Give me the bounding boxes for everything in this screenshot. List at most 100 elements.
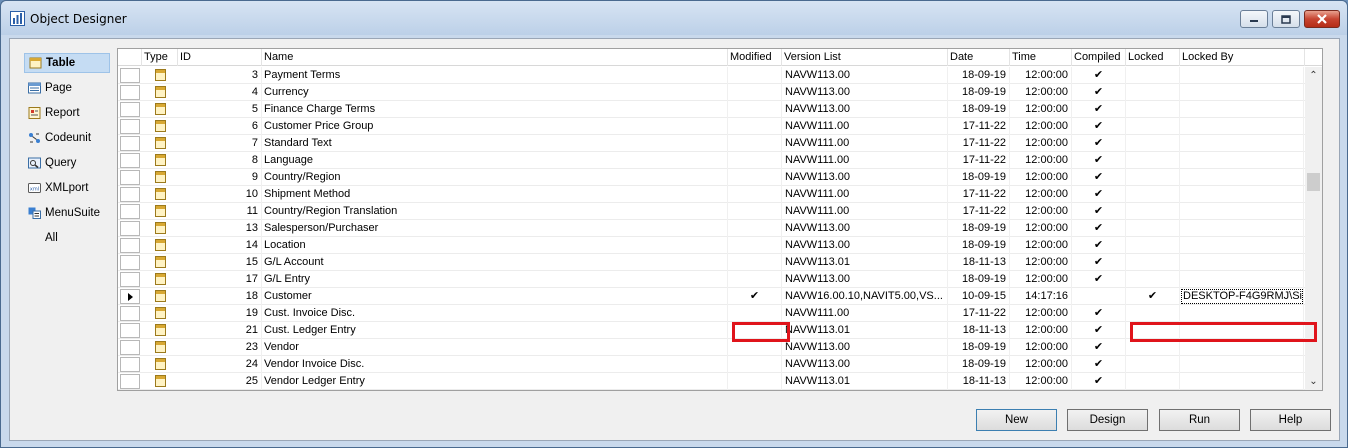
row-selector[interactable]: [120, 306, 140, 321]
cell-id[interactable]: 19: [178, 305, 262, 322]
cell-name[interactable]: Country/Region: [262, 169, 728, 186]
cell-id[interactable]: 9: [178, 169, 262, 186]
cell-modified-checkmark[interactable]: [728, 373, 782, 390]
close-button[interactable]: [1304, 10, 1340, 28]
cell-version-list[interactable]: NAVW111.00: [782, 203, 948, 220]
cell-version-list[interactable]: NAVW113.01: [782, 322, 948, 339]
cell-name[interactable]: Customer Price Group: [262, 118, 728, 135]
cell-time[interactable]: 12:00:00: [1010, 305, 1072, 322]
cell-name[interactable]: Customer: [262, 288, 728, 305]
row-selector[interactable]: [120, 68, 140, 83]
cell-date[interactable]: 18-09-19: [948, 237, 1010, 254]
cell-time[interactable]: 12:00:00: [1010, 169, 1072, 186]
column-header-id[interactable]: ID: [178, 49, 262, 66]
table-row[interactable]: 9 Country/Region NAVW113.00 18-09-19 12:00:0…: [118, 169, 1322, 186]
cell-modified-checkmark[interactable]: [728, 84, 782, 101]
scroll-down-icon[interactable]: ⌄: [1305, 373, 1322, 390]
row-selector[interactable]: [120, 85, 140, 100]
cell-id[interactable]: 5: [178, 101, 262, 118]
cell-id[interactable]: 23: [178, 339, 262, 356]
cell-version-list[interactable]: NAVW113.00: [782, 169, 948, 186]
cell-locked-checkmark[interactable]: [1126, 101, 1180, 118]
cell-version-list[interactable]: NAVW113.00: [782, 339, 948, 356]
cell-version-list[interactable]: NAVW113.01: [782, 254, 948, 271]
cell-date[interactable]: 18-11-13: [948, 373, 1010, 390]
cell-time[interactable]: 12:00:00: [1010, 203, 1072, 220]
cell-modified-checkmark[interactable]: [728, 101, 782, 118]
table-row[interactable]: 15 G/L Account NAVW113.01 18-11-13 12:00:00 ✔: [118, 254, 1322, 271]
cell-locked-by[interactable]: [1180, 186, 1304, 203]
cell-modified-checkmark[interactable]: [728, 169, 782, 186]
cell-name[interactable]: Vendor Invoice Disc.: [262, 356, 728, 373]
nav-item-query[interactable]: Query: [24, 153, 110, 173]
help-button[interactable]: Help: [1250, 409, 1331, 431]
nav-item-table[interactable]: Table: [24, 53, 110, 73]
column-header-modified[interactable]: Modified: [728, 49, 782, 66]
cell-compiled-checkmark[interactable]: ✔: [1072, 203, 1126, 220]
cell-locked-by[interactable]: [1180, 203, 1304, 220]
cell-time[interactable]: 12:00:00: [1010, 356, 1072, 373]
cell-locked-by[interactable]: [1180, 135, 1304, 152]
table-row[interactable]: 7 Standard Text NAVW111.00 17-11-22 12:00:00…: [118, 135, 1322, 152]
row-selector[interactable]: [120, 153, 140, 168]
cell-date[interactable]: 18-09-19: [948, 356, 1010, 373]
cell-name[interactable]: G/L Entry: [262, 271, 728, 288]
cell-compiled-checkmark[interactable]: ✔: [1072, 305, 1126, 322]
cell-compiled-checkmark[interactable]: ✔: [1072, 84, 1126, 101]
table-row[interactable]: 6 Customer Price Group NAVW111.00 17-11-22 1…: [118, 118, 1322, 135]
cell-date[interactable]: 18-09-19: [948, 67, 1010, 84]
cell-name[interactable]: Currency: [262, 84, 728, 101]
cell-id[interactable]: 14: [178, 237, 262, 254]
cell-date[interactable]: 18-11-13: [948, 254, 1010, 271]
run-button[interactable]: Run: [1159, 409, 1240, 431]
row-selector[interactable]: [120, 340, 140, 355]
cell-time[interactable]: 12:00:00: [1010, 373, 1072, 390]
cell-id[interactable]: 13: [178, 220, 262, 237]
cell-date[interactable]: 17-11-22: [948, 186, 1010, 203]
cell-time[interactable]: 12:00:00: [1010, 101, 1072, 118]
cell-time[interactable]: 12:00:00: [1010, 118, 1072, 135]
table-row[interactable]: 3 Payment Terms NAVW113.00 18-09-19 12:00:00…: [118, 67, 1322, 84]
cell-modified-checkmark[interactable]: [728, 118, 782, 135]
cell-locked-checkmark[interactable]: ✔: [1126, 288, 1180, 305]
row-selector[interactable]: [120, 187, 140, 202]
title-bar[interactable]: Object Designer: [1, 1, 1347, 35]
table-row[interactable]: 18 Customer ✔ NAVW16.00.10,NAVIT5.00,VS... 1…: [118, 288, 1322, 305]
cell-locked-checkmark[interactable]: [1126, 135, 1180, 152]
cell-locked-checkmark[interactable]: [1126, 203, 1180, 220]
cell-modified-checkmark[interactable]: ✔: [728, 288, 782, 305]
cell-version-list[interactable]: NAVW111.00: [782, 305, 948, 322]
cell-name[interactable]: Country/Region Translation: [262, 203, 728, 220]
cell-locked-checkmark[interactable]: [1126, 271, 1180, 288]
row-selector[interactable]: [120, 221, 140, 236]
nav-item-menusuite[interactable]: MenuSuite: [24, 203, 110, 223]
cell-modified-checkmark[interactable]: [728, 67, 782, 84]
cell-locked-checkmark[interactable]: [1126, 254, 1180, 271]
cell-compiled-checkmark[interactable]: ✔: [1072, 237, 1126, 254]
cell-version-list[interactable]: NAVW113.00: [782, 356, 948, 373]
cell-locked-checkmark[interactable]: [1126, 152, 1180, 169]
design-button[interactable]: Design: [1067, 409, 1148, 431]
cell-locked-by[interactable]: [1180, 254, 1304, 271]
cell-id[interactable]: 3: [178, 67, 262, 84]
cell-id[interactable]: 25: [178, 373, 262, 390]
cell-modified-checkmark[interactable]: [728, 237, 782, 254]
cell-name[interactable]: Cust. Invoice Disc.: [262, 305, 728, 322]
cell-version-list[interactable]: NAVW111.00: [782, 186, 948, 203]
cell-name[interactable]: Finance Charge Terms: [262, 101, 728, 118]
cell-locked-by[interactable]: [1180, 67, 1304, 84]
cell-time[interactable]: 12:00:00: [1010, 135, 1072, 152]
cell-locked-by[interactable]: [1180, 220, 1304, 237]
cell-id[interactable]: 4: [178, 84, 262, 101]
cell-compiled-checkmark[interactable]: ✔: [1072, 101, 1126, 118]
column-header-compiled[interactable]: Compiled: [1072, 49, 1126, 66]
table-row[interactable]: 10 Shipment Method NAVW111.00 17-11-22 12:00…: [118, 186, 1322, 203]
row-selector[interactable]: [120, 238, 140, 253]
minimize-button[interactable]: [1240, 10, 1268, 28]
cell-compiled-checkmark[interactable]: ✔: [1072, 254, 1126, 271]
table-row[interactable]: 5 Finance Charge Terms NAVW113.00 18-09-19 1…: [118, 101, 1322, 118]
cell-compiled-checkmark[interactable]: ✔: [1072, 186, 1126, 203]
cell-modified-checkmark[interactable]: [728, 220, 782, 237]
row-selector[interactable]: [120, 323, 140, 338]
cell-compiled-checkmark[interactable]: ✔: [1072, 373, 1126, 390]
